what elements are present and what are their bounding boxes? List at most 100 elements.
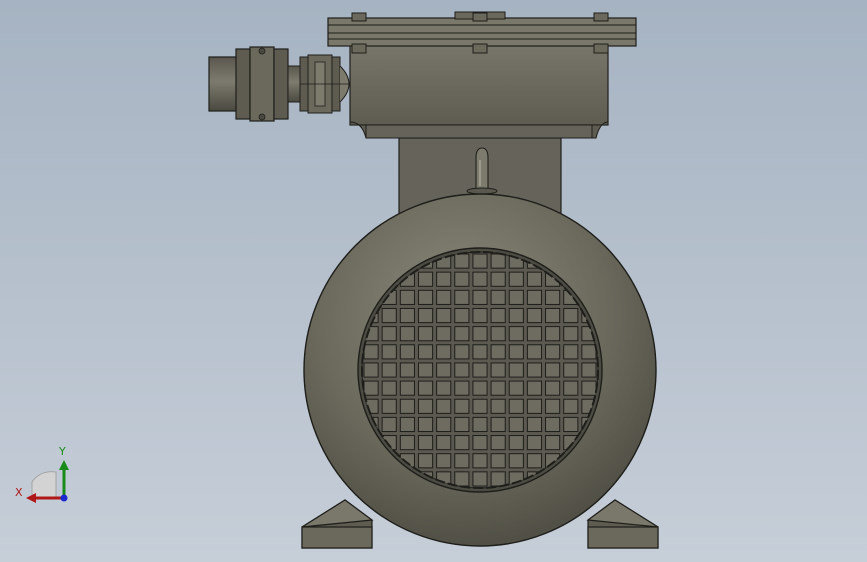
grille-opening xyxy=(472,471,488,487)
grille-opening xyxy=(417,435,434,451)
grille-opening xyxy=(436,416,452,433)
grille-opening xyxy=(436,380,452,396)
grille-opening xyxy=(399,398,415,414)
grille-opening xyxy=(381,362,397,378)
grille-opening xyxy=(417,416,434,433)
grille-opening xyxy=(436,307,452,324)
grille-opening xyxy=(417,326,434,342)
grille-opening xyxy=(436,289,452,305)
grille-opening xyxy=(472,307,488,324)
grille-opening xyxy=(526,416,543,433)
grille-opening xyxy=(399,289,415,305)
grille-opening xyxy=(563,307,579,324)
grille-opening xyxy=(472,380,488,396)
grille-opening xyxy=(472,289,488,305)
z-axis-dot xyxy=(60,494,68,502)
terminal-box[interactable] xyxy=(349,44,609,139)
grille-opening xyxy=(545,289,561,305)
grille-opening xyxy=(381,344,397,360)
grille-opening xyxy=(472,416,488,433)
grille-opening xyxy=(472,253,488,269)
grille-opening xyxy=(472,326,488,342)
grille-opening xyxy=(399,344,415,360)
grille-opening xyxy=(508,362,524,378)
grille-opening xyxy=(526,326,543,342)
grille-opening xyxy=(508,435,524,451)
grille-opening xyxy=(545,398,561,414)
grille-opening xyxy=(508,307,524,324)
grille-opening xyxy=(454,416,470,433)
grille-opening xyxy=(490,380,506,396)
grille-opening xyxy=(526,362,543,378)
grille-opening xyxy=(472,398,488,414)
grille-opening xyxy=(472,453,488,469)
grille-opening xyxy=(454,398,470,414)
grille-opening xyxy=(399,307,415,324)
grille-opening xyxy=(490,416,506,433)
grille-opening xyxy=(563,344,579,360)
grille-opening xyxy=(363,362,379,378)
grille-opening xyxy=(508,289,524,305)
grille-opening xyxy=(399,416,415,433)
grille-opening xyxy=(417,289,434,305)
grille-opening xyxy=(417,271,434,287)
grille-opening xyxy=(399,435,415,451)
grille-opening xyxy=(490,398,506,414)
grille-opening xyxy=(490,435,506,451)
grille-opening xyxy=(472,344,488,360)
grille-opening xyxy=(454,380,470,396)
grille-opening xyxy=(399,362,415,378)
grille-opening xyxy=(454,289,470,305)
grille-opening xyxy=(490,271,506,287)
grille-opening xyxy=(399,380,415,396)
grille-opening xyxy=(436,271,452,287)
grille-opening xyxy=(436,398,452,414)
grille-opening xyxy=(417,398,434,414)
grille-opening xyxy=(454,307,470,324)
grille-opening xyxy=(545,307,561,324)
grille-opening xyxy=(472,435,488,451)
grille-opening xyxy=(381,416,397,433)
mounting-foot-left xyxy=(301,499,374,549)
grille-opening xyxy=(563,362,579,378)
grille-opening xyxy=(436,362,452,378)
grille-opening xyxy=(399,326,415,342)
graphics-viewport[interactable]: X Y xyxy=(0,0,867,562)
cable-gland[interactable] xyxy=(208,46,350,122)
grille-opening xyxy=(508,398,524,414)
axis-triad: X Y xyxy=(15,445,69,503)
grille-opening xyxy=(545,380,561,396)
grille-opening xyxy=(381,307,397,324)
grille-opening xyxy=(490,289,506,305)
grille-opening xyxy=(508,344,524,360)
grille-opening xyxy=(545,362,561,378)
x-axis-arrowhead xyxy=(26,493,36,503)
grille-opening xyxy=(454,253,470,269)
grille-opening xyxy=(417,362,434,378)
y-axis-arrowhead xyxy=(59,460,69,470)
grille-opening xyxy=(472,271,488,287)
grille-opening xyxy=(436,344,452,360)
grille-opening xyxy=(581,380,597,396)
mounting-foot-right xyxy=(586,499,659,549)
grille-opening xyxy=(417,344,434,360)
grille-opening xyxy=(526,398,543,414)
y-axis-label: Y xyxy=(58,445,66,458)
grille-opening xyxy=(526,435,543,451)
grille-opening xyxy=(472,362,488,378)
grille-opening xyxy=(508,271,524,287)
grille-opening xyxy=(417,380,434,396)
grille-opening xyxy=(363,344,379,360)
grille-opening xyxy=(454,344,470,360)
grille-opening xyxy=(363,380,379,396)
grille-opening xyxy=(454,326,470,342)
grille-opening xyxy=(454,471,470,487)
grille-opening xyxy=(545,326,561,342)
motor-model[interactable] xyxy=(0,0,867,562)
grille-opening xyxy=(545,416,561,433)
grille-opening xyxy=(526,344,543,360)
grille-opening xyxy=(490,253,506,269)
grille-opening xyxy=(526,289,543,305)
grille-opening xyxy=(454,362,470,378)
grille-opening xyxy=(454,435,470,451)
